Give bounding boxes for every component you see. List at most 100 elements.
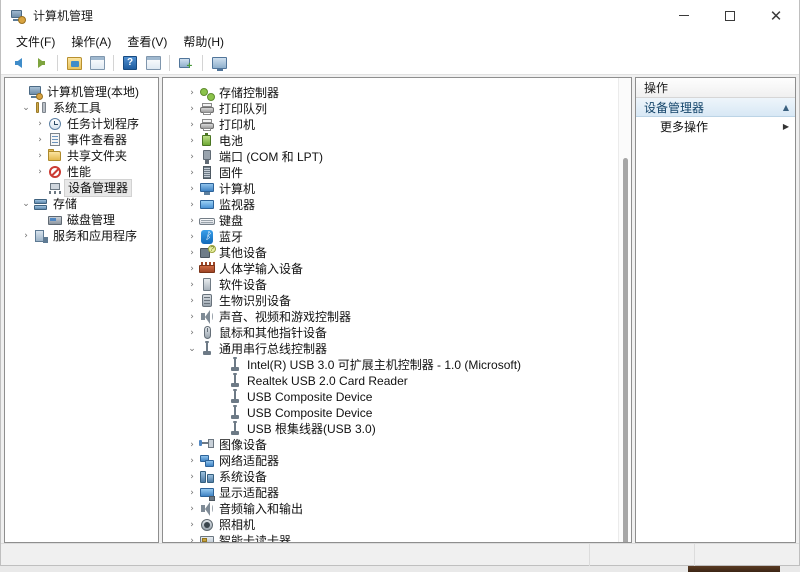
chevron-right-icon[interactable]: ›: [33, 132, 47, 148]
chevron-right-icon[interactable]: ›: [185, 293, 199, 309]
system-device-icon: [199, 469, 215, 485]
close-button[interactable]: ✕: [753, 0, 799, 31]
scrollbar-thumb[interactable]: [623, 158, 628, 542]
chevron-right-icon[interactable]: ›: [33, 164, 47, 180]
menu-help[interactable]: 帮助(H): [175, 31, 232, 53]
chevron-right-icon[interactable]: ›: [185, 277, 199, 293]
device-leaf-usb-composite-2[interactable]: › USB Composite Device: [163, 405, 631, 421]
scan-hardware-changes-button[interactable]: +: [175, 53, 197, 74]
console-item-services-applications[interactable]: › 服务和应用程序: [5, 228, 158, 244]
device-node-usb-controllers[interactable]: ⌄ 通用串行总线控制器: [163, 341, 631, 357]
properties-window-icon: [145, 56, 161, 70]
device-node-keyboards[interactable]: › 键盘: [163, 213, 631, 229]
device-leaf-usb-composite-1[interactable]: › USB Composite Device: [163, 389, 631, 405]
device-node-batteries[interactable]: › 电池: [163, 133, 631, 149]
menu-file[interactable]: 文件(F): [8, 31, 63, 53]
maximize-icon: [725, 10, 735, 21]
device-node-storage-controllers[interactable]: › 存储控制器: [163, 85, 631, 101]
chevron-right-icon[interactable]: ›: [185, 261, 199, 277]
console-item-shared-folders[interactable]: › 共享文件夹: [5, 148, 158, 164]
chevron-right-icon[interactable]: ›: [185, 229, 199, 245]
console-item-disk-management[interactable]: › 磁盘管理: [5, 212, 158, 228]
chevron-right-icon[interactable]: ›: [185, 165, 199, 181]
device-node-ports[interactable]: › 端口 (COM 和 LPT): [163, 149, 631, 165]
chevron-down-icon[interactable]: ⌄: [185, 341, 199, 357]
device-node-sound-video-game-controllers[interactable]: › 声音、视频和游戏控制器: [163, 309, 631, 325]
chevron-right-icon[interactable]: ›: [185, 517, 199, 533]
console-item-storage[interactable]: ⌄ 存储: [5, 196, 158, 212]
console-item-event-viewer[interactable]: › 事件查看器: [5, 132, 158, 148]
chevron-right-icon[interactable]: ›: [185, 501, 199, 517]
chevron-down-icon[interactable]: ⌄: [19, 196, 33, 212]
toolbar-separator-3: [169, 55, 170, 71]
chevron-up-icon[interactable]: ▲: [783, 103, 789, 112]
chevron-right-icon[interactable]: ›: [33, 116, 47, 132]
chevron-right-icon[interactable]: ›: [33, 148, 47, 164]
device-node-audio-inputs-outputs[interactable]: › 音频输入和输出: [163, 501, 631, 517]
console-item-computer-management[interactable]: › 计算机管理(本地): [5, 84, 158, 100]
menu-action[interactable]: 操作(A): [63, 31, 119, 53]
properties-button[interactable]: [142, 53, 164, 74]
titlebar: 计算机管理 ✕: [1, 0, 799, 31]
chevron-down-icon[interactable]: ⌄: [19, 100, 33, 116]
maximize-button[interactable]: [707, 0, 753, 31]
chevron-right-icon[interactable]: ›: [185, 325, 199, 341]
device-node-firmware[interactable]: › 固件: [163, 165, 631, 181]
menu-view[interactable]: 查看(V): [119, 31, 175, 53]
chevron-right-icon[interactable]: ›: [185, 85, 199, 101]
device-node-network-adapters[interactable]: › 网络适配器: [163, 453, 631, 469]
console-item-device-manager[interactable]: › 设备管理器: [5, 179, 158, 197]
actions-section-device-manager[interactable]: 设备管理器 ▲: [636, 98, 795, 117]
help-button[interactable]: ?: [119, 53, 141, 74]
device-node-imaging-devices[interactable]: › 图像设备: [163, 437, 631, 453]
up-folder-button[interactable]: [63, 53, 85, 74]
chevron-right-icon[interactable]: ›: [185, 181, 199, 197]
chevron-right-icon[interactable]: ›: [185, 469, 199, 485]
device-node-printers[interactable]: › 打印机: [163, 117, 631, 133]
device-node-display-adapters[interactable]: › 显示适配器: [163, 485, 631, 501]
minimize-button[interactable]: [661, 0, 707, 31]
chevron-right-icon[interactable]: ›: [185, 213, 199, 229]
chevron-right-icon[interactable]: ›: [185, 245, 199, 261]
chevron-right-icon[interactable]: ›: [185, 197, 199, 213]
device-node-monitors[interactable]: › 监视器: [163, 197, 631, 213]
device-node-print-queues[interactable]: › 打印队列: [163, 101, 631, 117]
show-hide-console-tree-button[interactable]: [86, 53, 108, 74]
menubar: 文件(F) 操作(A) 查看(V) 帮助(H): [1, 31, 799, 52]
device-node-mice-pointing-devices[interactable]: › 鼠标和其他指针设备: [163, 325, 631, 341]
device-leaf-realtek-card-reader[interactable]: › Realtek USB 2.0 Card Reader: [163, 373, 631, 389]
action-more-actions[interactable]: 更多操作 ▶: [636, 117, 795, 136]
chevron-right-icon[interactable]: ›: [185, 149, 199, 165]
console-item-performance[interactable]: › 性能: [5, 164, 158, 180]
device-node-software-devices[interactable]: › 软件设备: [163, 277, 631, 293]
device-node-system-devices[interactable]: › 系统设备: [163, 469, 631, 485]
console-item-system-tools[interactable]: ⌄ 系统工具: [5, 100, 158, 116]
chevron-right-icon[interactable]: ›: [185, 453, 199, 469]
chevron-right-icon[interactable]: ›: [185, 309, 199, 325]
chevron-right-icon[interactable]: ›: [185, 533, 199, 542]
console-item-label: 存储: [53, 197, 78, 211]
chevron-right-icon[interactable]: ›: [19, 228, 33, 244]
device-node-bluetooth[interactable]: › ᛒ 蓝牙: [163, 229, 631, 245]
device-node-other-devices[interactable]: › ? 其他设备: [163, 245, 631, 261]
device-leaf-usb-root-hub[interactable]: › USB 根集线器(USB 3.0): [163, 421, 631, 437]
device-node-biometric-devices[interactable]: › 生物识别设备: [163, 293, 631, 309]
chevron-right-icon[interactable]: ›: [185, 101, 199, 117]
chevron-right-icon[interactable]: ›: [185, 133, 199, 149]
forward-button[interactable]: [30, 53, 52, 74]
device-node-human-interface-devices[interactable]: › 人体学输入设备: [163, 261, 631, 277]
close-icon: ✕: [769, 6, 783, 25]
computer-management-icon: [27, 84, 43, 100]
console-item-task-scheduler[interactable]: › 任务计划程序: [5, 116, 158, 132]
console-item-label: 任务计划程序: [67, 117, 140, 131]
chevron-right-icon[interactable]: ›: [185, 117, 199, 133]
device-tree-scrollbar[interactable]: [618, 78, 631, 542]
back-button[interactable]: [7, 53, 29, 74]
device-node-cameras[interactable]: › 照相机: [163, 517, 631, 533]
device-leaf-intel-usb30[interactable]: › Intel(R) USB 3.0 可扩展主机控制器 - 1.0 (Micro…: [163, 357, 631, 373]
device-node-smart-card-readers[interactable]: › 智能卡读卡器: [163, 533, 631, 542]
device-node-computer[interactable]: › 计算机: [163, 181, 631, 197]
chevron-right-icon[interactable]: ›: [185, 437, 199, 453]
device-view-button[interactable]: [208, 53, 230, 74]
chevron-right-icon[interactable]: ›: [185, 485, 199, 501]
